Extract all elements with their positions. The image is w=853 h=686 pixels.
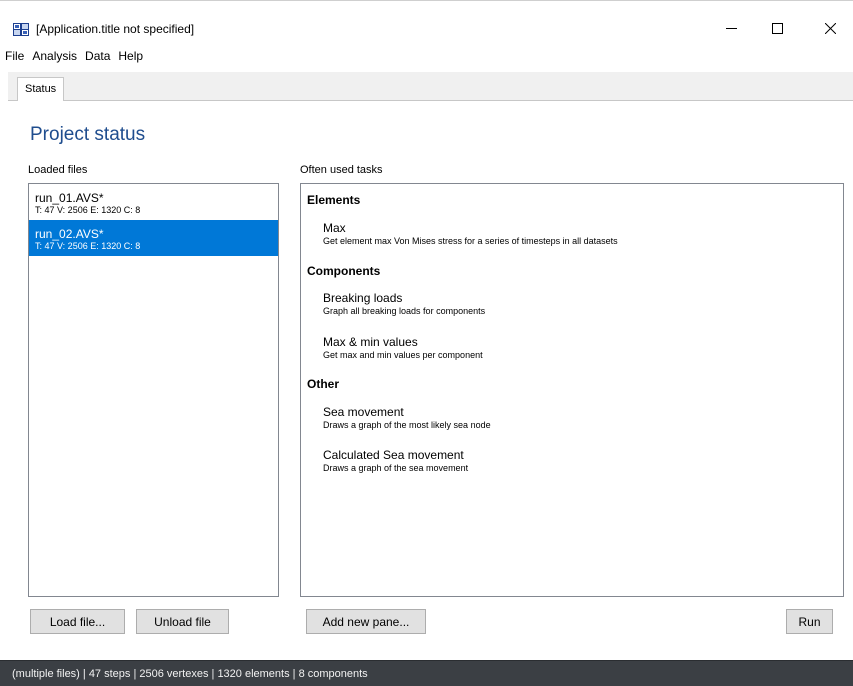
often-used-tasks-label: Often used tasks (300, 164, 383, 176)
window-title: [Application.title not specified] (36, 22, 195, 36)
loaded-files-label: Loaded files (28, 164, 88, 176)
app-flag-icon (13, 23, 29, 36)
minimize-icon (725, 23, 737, 34)
file-name: run_02.AVS* (35, 227, 104, 241)
task-sea-movement[interactable]: Sea movement Draws a graph of the most l… (323, 406, 491, 431)
menu-help[interactable]: Help (114, 47, 147, 65)
task-max-min-values[interactable]: Max & min values Get max and min values … (323, 336, 483, 361)
menu-file[interactable]: File (1, 47, 28, 65)
task-max[interactable]: Max Get element max Von Mises stress for… (323, 222, 618, 247)
task-breaking-loads[interactable]: Breaking loads Graph all breaking loads … (323, 292, 485, 317)
task-calculated-sea-movement[interactable]: Calculated Sea movement Draws a graph of… (323, 449, 468, 474)
task-name: Sea movement (323, 405, 404, 419)
close-icon (824, 22, 836, 34)
task-name: Max (323, 221, 346, 235)
load-file-button[interactable]: Load file... (30, 609, 125, 634)
page-title: Project status (30, 124, 146, 145)
loaded-files-list[interactable]: run_01.AVS* T: 47 V: 2506 E: 1320 C: 8 r… (28, 183, 279, 597)
work-area: Status Project status Loaded files Often… (8, 72, 853, 660)
file-item-selected[interactable]: run_02.AVS* T: 47 V: 2506 E: 1320 C: 8 (29, 220, 278, 256)
run-button[interactable]: Run (786, 609, 833, 634)
task-name: Calculated Sea movement (323, 448, 464, 462)
file-meta: T: 47 V: 2506 E: 1320 C: 8 (35, 241, 141, 251)
menu-data[interactable]: Data (81, 47, 114, 65)
file-meta: T: 47 V: 2506 E: 1320 C: 8 (35, 205, 141, 215)
maximize-icon (771, 22, 783, 34)
title-bar: [Application.title not specified] (0, 0, 853, 42)
close-button[interactable] (807, 13, 853, 43)
tab-status[interactable]: Status (17, 77, 65, 101)
task-name: Max & min values (323, 335, 418, 349)
unload-file-button[interactable]: Unload file (136, 609, 229, 634)
task-name: Breaking loads (323, 291, 403, 305)
menu-bar: File Analysis Data Help (0, 42, 853, 70)
status-bar-text: (multiple files) | 47 steps | 2506 verte… (12, 668, 368, 680)
status-tab-panel: Project status Loaded files Often used t… (8, 100, 853, 660)
task-description: Draws a graph of the most likely sea nod… (323, 420, 491, 430)
task-description: Get max and min values per component (323, 350, 483, 360)
file-item[interactable]: run_01.AVS* T: 47 V: 2506 E: 1320 C: 8 (29, 184, 278, 220)
category-components: Components (307, 264, 381, 278)
menu-analysis[interactable]: Analysis (28, 47, 81, 65)
task-description: Graph all breaking loads for components (323, 306, 486, 316)
add-new-pane-button[interactable]: Add new pane... (306, 609, 426, 634)
maximize-button[interactable] (754, 13, 800, 43)
often-used-tasks-panel: Elements Max Get element max Von Mises s… (300, 183, 844, 597)
status-bar: (multiple files) | 47 steps | 2506 verte… (0, 660, 853, 686)
file-name: run_01.AVS* (35, 191, 104, 205)
minimize-button[interactable] (708, 13, 754, 43)
category-other: Other (307, 377, 340, 391)
category-elements: Elements (307, 193, 361, 207)
task-description: Draws a graph of the sea movement (323, 463, 469, 473)
task-description: Get element max Von Mises stress for a s… (323, 236, 618, 246)
